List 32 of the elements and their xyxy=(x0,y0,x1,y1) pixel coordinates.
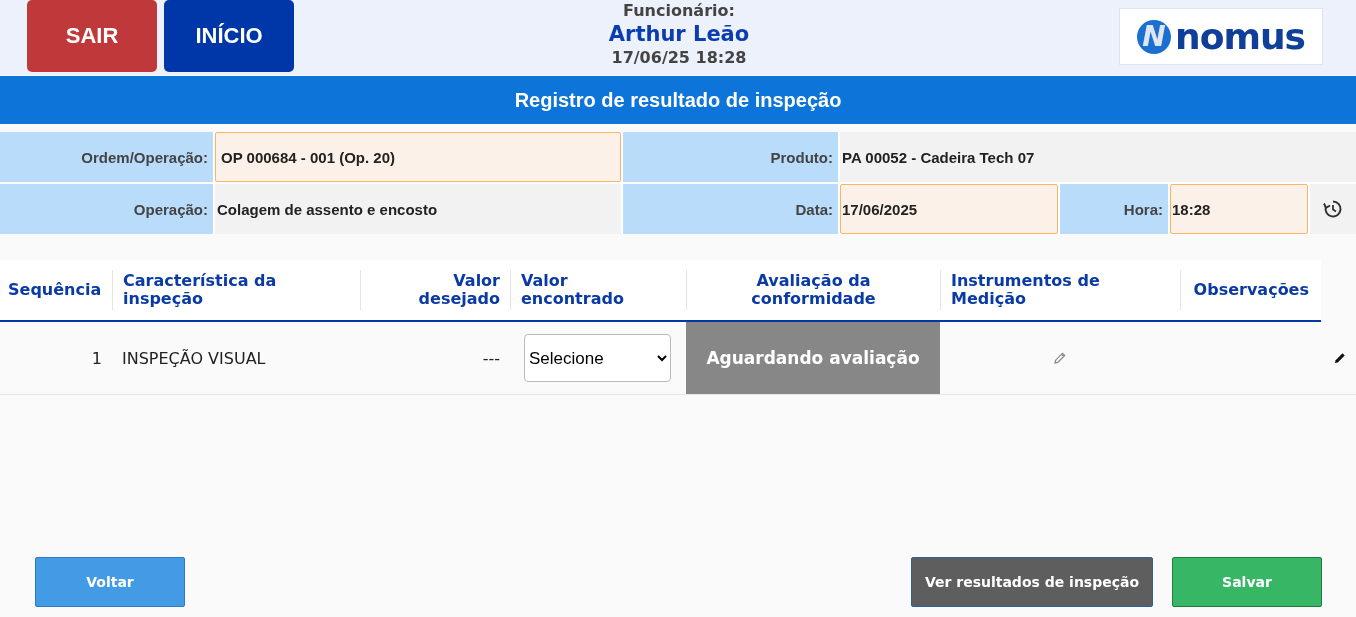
page-title: Registro de resultado de inspeção xyxy=(0,76,1356,124)
column-header: Sequência xyxy=(7,279,103,302)
field-label: Hora: xyxy=(1060,184,1168,234)
input-field[interactable]: 17/06/2025 xyxy=(840,184,1058,234)
employee-name: Arthur Leão xyxy=(608,24,750,45)
table-cell-text: --- xyxy=(481,347,501,370)
field-value: Colagem de assento e encosto xyxy=(215,184,621,234)
input-field[interactable]: OP 000684 - 001 (Op. 20) xyxy=(215,132,621,182)
column-header: Característica da inspeção xyxy=(112,270,360,310)
column-header: Observações xyxy=(1180,270,1321,310)
field-value: PA 00052 - Cadeira Tech 07 xyxy=(840,132,1356,182)
table-cell-text: 1 xyxy=(90,347,103,370)
column-header: Avaliação da conformidade xyxy=(686,270,940,310)
employee-label: Funcionário: xyxy=(623,3,735,19)
field-label: Operação: xyxy=(0,184,213,234)
table-cell-text: INSPEÇÃO VISUAL xyxy=(121,347,267,370)
home-button[interactable]: INÍCIO xyxy=(164,0,294,72)
value-select[interactable]: Selecione xyxy=(524,334,671,382)
evaluation-status: Aguardando avaliação xyxy=(686,322,940,394)
field-label: Ordem/Operação: xyxy=(0,132,213,182)
results-button[interactable]: Ver resultados de inspeção xyxy=(911,557,1153,607)
column-header: Instrumentos de Medição xyxy=(940,270,1180,310)
column-header: Valor encontrado xyxy=(510,270,686,310)
logo: N nomus xyxy=(1119,8,1323,65)
field-label: Produto: xyxy=(623,132,838,182)
field-label: Data: xyxy=(623,184,838,234)
refresh-time-icon[interactable] xyxy=(1323,199,1343,219)
edit-icon[interactable] xyxy=(1334,352,1346,364)
input-field[interactable]: 18:28 xyxy=(1170,184,1308,234)
date-time: 17/06/25 18:28 xyxy=(611,50,747,66)
exit-button[interactable]: SAIR xyxy=(27,0,157,72)
column-header: Valor desejado xyxy=(360,270,510,310)
